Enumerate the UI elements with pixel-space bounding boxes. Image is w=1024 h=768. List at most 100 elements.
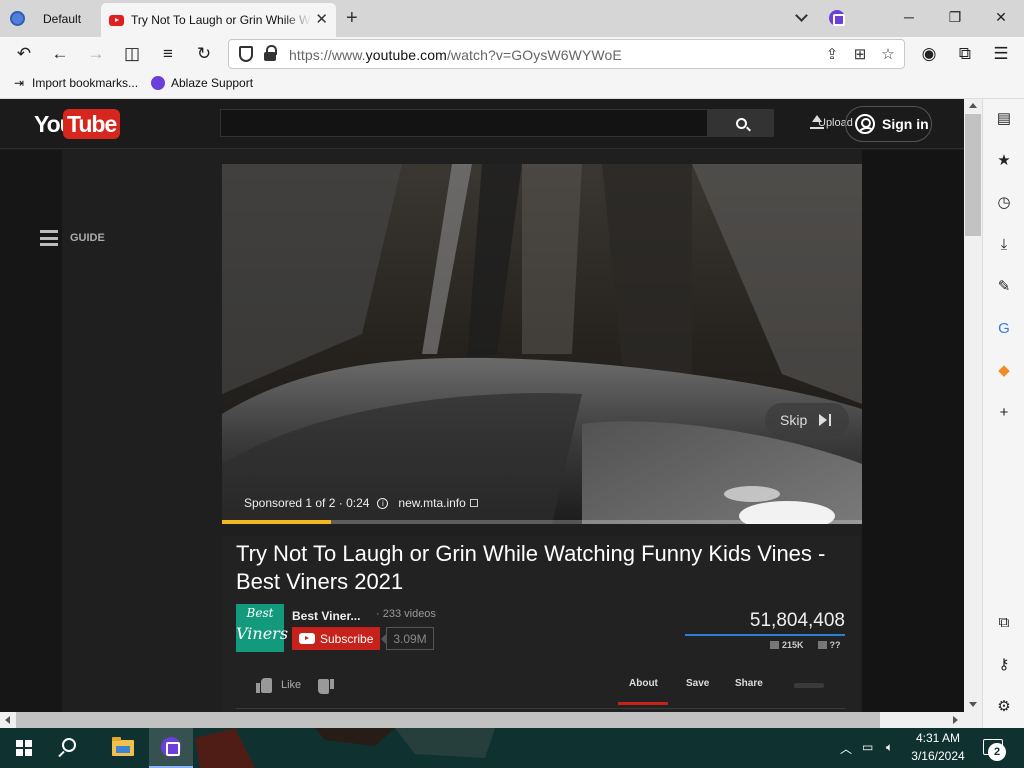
- sign-in-button[interactable]: Sign in: [845, 106, 932, 142]
- taskbar-time[interactable]: 4:31 AM: [910, 731, 966, 745]
- horizontal-scrollbar[interactable]: [0, 712, 964, 728]
- undo-icon[interactable]: ↶: [13, 43, 35, 65]
- search-button[interactable]: [708, 109, 774, 137]
- extensions-icon[interactable]: ⧉: [954, 43, 976, 65]
- guide-label: GUIDE: [70, 232, 105, 244]
- bookmarks-star-icon[interactable]: ★: [995, 151, 1013, 169]
- history-clock-icon[interactable]: ◷: [995, 193, 1013, 211]
- tab-save[interactable]: Save: [686, 678, 709, 689]
- translate-icon[interactable]: G: [995, 319, 1013, 337]
- address-bar[interactable]: https://www.youtube.com/watch?v=GOysW6WY…: [228, 39, 905, 69]
- taskbar-ablaze-button[interactable]: [149, 728, 193, 768]
- taskbar-date[interactable]: 3/16/2024: [904, 749, 972, 763]
- tab-youtube[interactable]: Try Not To Laugh or Grin While Watching …: [101, 3, 336, 37]
- scroll-down-arrow-icon[interactable]: [969, 702, 977, 707]
- youtube-logo-tube[interactable]: Tube: [63, 109, 121, 139]
- puzzle-extension-icon[interactable]: ⧉: [995, 613, 1013, 631]
- key-icon[interactable]: ⚷: [995, 655, 1013, 673]
- subscribe-button[interactable]: Subscribe: [292, 627, 380, 650]
- horizontal-scroll-thumb[interactable]: [16, 712, 880, 728]
- video-title: Try Not To Laugh or Grin While Watching …: [236, 541, 826, 594]
- windows-start-icon[interactable]: [16, 740, 32, 756]
- settings-gear-icon[interactable]: ⚙: [995, 697, 1013, 715]
- skip-next-icon: [819, 414, 833, 426]
- video-info-panel: Try Not To Laugh or Grin While Watching …: [222, 536, 860, 712]
- reload-icon[interactable]: ↻: [193, 43, 215, 65]
- ablaze-browser-icon: [161, 737, 181, 757]
- channel-avatar[interactable]: Best Viners: [236, 604, 288, 652]
- ad-domain-link[interactable]: new.mta.info: [398, 496, 465, 510]
- scroll-right-arrow-icon[interactable]: [953, 716, 958, 724]
- back-icon[interactable]: ←: [49, 43, 71, 65]
- sign-in-label: Sign in: [882, 116, 929, 132]
- divider: [236, 708, 846, 709]
- thumbs-down-small-icon: [817, 641, 827, 649]
- like-ratio-bar: [685, 634, 845, 636]
- bookmarks-bar: ⇥ Import bookmarks... Ablaze Support: [0, 71, 1024, 99]
- guide-button[interactable]: GUIDE: [40, 230, 105, 246]
- install-app-icon[interactable]: ⊞: [851, 45, 869, 63]
- network-icon[interactable]: ▭: [862, 740, 873, 754]
- more-actions-button[interactable]: [794, 683, 824, 688]
- youtube-favicon-icon: [109, 14, 124, 26]
- taskbar: ︿ ▭ 🔈︎ 4:31 AM 3/16/2024 2: [0, 728, 1024, 768]
- profile-tab[interactable]: Default: [0, 0, 100, 37]
- ad-progress-bar[interactable]: [222, 520, 862, 524]
- volume-muted-icon[interactable]: 🔈︎: [886, 740, 893, 755]
- url-text[interactable]: https://www.youtube.com/watch?v=GOysW6WY…: [289, 47, 622, 63]
- vertical-scroll-thumb[interactable]: [965, 114, 981, 236]
- notification-count[interactable]: 2: [988, 743, 1006, 761]
- mango-app-icon[interactable]: ◆: [995, 361, 1013, 379]
- tab-about[interactable]: About: [629, 678, 658, 689]
- view-count: 51,804,408: [749, 610, 845, 631]
- minimize-button[interactable]: ─: [886, 0, 932, 34]
- scroll-up-arrow-icon[interactable]: [969, 103, 977, 108]
- info-icon[interactable]: i: [377, 497, 389, 509]
- likes-summary: 215K ??: [770, 640, 841, 650]
- add-panel-icon[interactable]: +: [995, 403, 1013, 421]
- restore-button[interactable]: ❐: [932, 0, 978, 34]
- new-tab-button[interactable]: +: [346, 8, 358, 28]
- guide-column: GUIDE: [0, 150, 105, 712]
- chevron-down-icon[interactable]: [794, 9, 810, 25]
- profile-tab-label: Default: [43, 11, 82, 26]
- lock-icon[interactable]: [264, 45, 278, 63]
- close-tab-icon[interactable]: ✕: [315, 12, 328, 27]
- share-icon[interactable]: ⇪: [823, 45, 841, 63]
- tray-chevron-up-icon[interactable]: ︿: [840, 740, 852, 757]
- channel-name-link[interactable]: Best Viner...: [292, 609, 360, 623]
- taskbar-search-icon[interactable]: [62, 738, 76, 752]
- search-input[interactable]: [220, 109, 708, 137]
- like-button[interactable]: Like: [256, 677, 301, 693]
- video-player[interactable]: Skip Sponsored 1 of 2 · 0:24 i new.mta.i…: [222, 164, 862, 524]
- bookmark-import[interactable]: ⇥ Import bookmarks...: [12, 76, 138, 90]
- file-explorer-icon[interactable]: [112, 737, 134, 756]
- skip-ad-label: Skip: [780, 412, 808, 428]
- ablaze-icon: [151, 76, 165, 90]
- shield-icon[interactable]: [239, 46, 253, 62]
- sidebar-toggle-icon[interactable]: ◫: [121, 43, 143, 65]
- ablaze-extension-icon[interactable]: [829, 10, 845, 26]
- scroll-left-arrow-icon[interactable]: [5, 716, 10, 724]
- tab-share[interactable]: Share: [735, 678, 763, 689]
- forward-icon[interactable]: →: [85, 43, 107, 65]
- subscriber-count: 3.09M: [381, 627, 434, 650]
- bookmark-ablaze-support[interactable]: Ablaze Support: [151, 76, 253, 90]
- account-icon[interactable]: ◉: [918, 43, 940, 65]
- dislike-count: ??: [829, 640, 841, 650]
- downloads-icon[interactable]: ⤓: [995, 235, 1013, 253]
- menu-icon[interactable]: ☰: [990, 43, 1012, 65]
- channel-video-count[interactable]: · 233 videos: [376, 608, 436, 620]
- toolbox-icon[interactable]: ▤: [995, 109, 1013, 127]
- tab-list-icon[interactable]: ≡: [157, 43, 179, 65]
- close-window-button[interactable]: ✕: [978, 0, 1024, 34]
- bookmark-star-icon[interactable]: ☆: [879, 45, 897, 63]
- external-link-icon[interactable]: [469, 499, 478, 507]
- dislike-button[interactable]: [318, 679, 334, 695]
- bookmark-ablaze-label: Ablaze Support: [171, 76, 254, 90]
- wallpaper-strip: [195, 728, 495, 768]
- skip-ad-button[interactable]: Skip: [765, 403, 849, 437]
- pencil-notes-icon[interactable]: ✎: [995, 277, 1013, 295]
- channel-avatar-line1: Best: [246, 606, 274, 620]
- vertical-scrollbar[interactable]: [964, 99, 982, 712]
